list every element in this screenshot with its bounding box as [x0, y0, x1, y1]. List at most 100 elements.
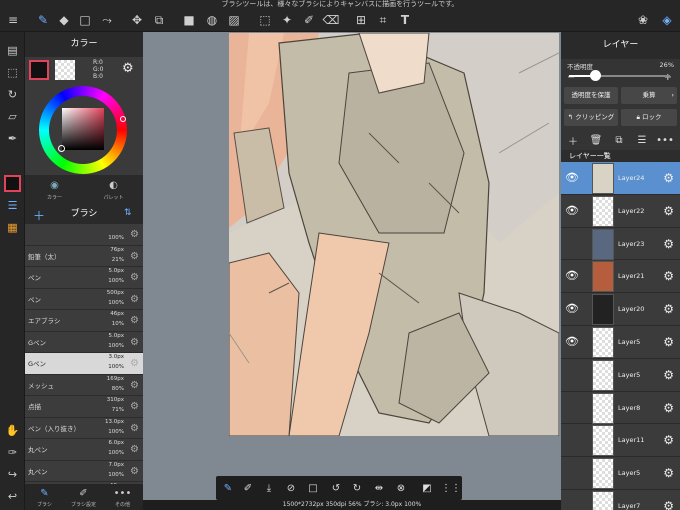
- grid-icon[interactable]: ⋮⋮: [441, 481, 461, 495]
- layer-row[interactable]: 👁︎Layer8⚙: [561, 391, 680, 425]
- gear-icon[interactable]: ⚙: [130, 315, 139, 326]
- gear-icon[interactable]: ⚙: [130, 272, 139, 283]
- tab-color[interactable]: ◉ カラー: [25, 177, 84, 204]
- layer-row[interactable]: 👁︎ Layer21 ⚙: [561, 260, 680, 294]
- visibility-eye-icon[interactable]: 👁︎: [565, 171, 579, 184]
- select-rect-tool-icon[interactable]: □: [76, 11, 94, 29]
- no-snap-icon[interactable]: ⊗: [394, 481, 408, 495]
- eyedropper-icon[interactable]: ✑: [4, 444, 21, 461]
- layer-row[interactable]: 👁︎Layer7⚙: [561, 489, 680, 510]
- visibility-eye-icon[interactable]: 👁︎: [565, 269, 579, 282]
- opacity-minus-icon[interactable]: −: [567, 72, 575, 83]
- gear-icon[interactable]: ⚙: [130, 401, 139, 412]
- brush-row[interactable]: 丸ペン 6.0px 100% ⚙: [25, 439, 143, 461]
- brush-row[interactable]: ペン（入り抜き） 13.0px 100% ⚙: [25, 417, 143, 439]
- layer-move-icon[interactable]: ⊞: [352, 11, 370, 29]
- layer-more-icon[interactable]: •••: [656, 132, 674, 148]
- gear-icon[interactable]: ⚙: [663, 401, 674, 415]
- layer-row[interactable]: 👁︎ Layer22 ⚙: [561, 194, 680, 228]
- layer-row[interactable]: 👁︎ Layer20 ⚙: [561, 293, 680, 326]
- bucket-fill-icon[interactable]: ◍: [203, 11, 221, 29]
- marquee-tool-icon[interactable]: ⬚: [256, 11, 274, 29]
- add-layer-icon[interactable]: ＋: [565, 132, 581, 148]
- select-eraser-icon[interactable]: ⌫: [322, 11, 340, 29]
- edit-icon[interactable]: ◩: [420, 481, 434, 495]
- layer-row[interactable]: 👁︎ Layer24 ⚙: [561, 162, 680, 195]
- color-swatch-icon[interactable]: [4, 175, 21, 192]
- pen-icon[interactable]: ✐: [241, 481, 255, 495]
- no-selection-icon[interactable]: ⊘: [284, 481, 298, 495]
- gear-icon[interactable]: ⚙: [663, 204, 674, 218]
- snap-icon[interactable]: ✒: [4, 130, 21, 147]
- brush-row[interactable]: エアブラシ 46px 10% ⚙: [25, 310, 143, 332]
- lock-button[interactable]: 🔒︎ ロック: [621, 109, 677, 126]
- magic-wand-icon[interactable]: ✦: [278, 11, 296, 29]
- artwork-illustration[interactable]: [229, 33, 559, 436]
- brush-row[interactable]: 100% ⚙: [25, 224, 143, 246]
- brush-row[interactable]: 鉛筆（太） 76px 21% ⚙: [25, 245, 143, 267]
- opacity-slider-knob[interactable]: [590, 70, 602, 81]
- gear-icon[interactable]: ⚙: [130, 380, 139, 391]
- gear-icon[interactable]: ⚙: [130, 466, 139, 477]
- undo-icon[interactable]: ↩: [4, 488, 21, 505]
- sort-icon[interactable]: ⇅: [124, 208, 132, 218]
- flip-icon[interactable]: ⇹: [372, 481, 386, 495]
- rotate-right-icon[interactable]: ↻: [350, 481, 364, 495]
- brush-row[interactable]: 点描 310px 71% ⚙: [25, 396, 143, 418]
- gear-icon[interactable]: ⚙: [663, 335, 674, 349]
- gear-icon[interactable]: ⚙: [130, 229, 139, 240]
- layer-row[interactable]: 👁︎Layer5⚙: [561, 457, 680, 490]
- gear-icon[interactable]: ⚙: [130, 423, 139, 434]
- pages-icon[interactable]: ▤: [4, 42, 21, 59]
- layer-stack-icon[interactable]: ▦: [4, 219, 21, 236]
- tab-brush-settings[interactable]: ✐ ブラシ設定: [64, 487, 103, 508]
- hue-handle[interactable]: [120, 116, 126, 122]
- layers-icon[interactable]: ◈: [658, 11, 676, 29]
- rotate-icon[interactable]: ↻: [4, 86, 21, 103]
- brush-list-icon[interactable]: ☰: [4, 197, 21, 214]
- blend-mode-button[interactable]: 乗算 ›: [621, 87, 677, 104]
- brush-row[interactable]: 丸ペン 7.0px 100% ⚙: [25, 460, 143, 482]
- gear-icon[interactable]: ⚙: [663, 433, 674, 447]
- layer-row[interactable]: 👁︎Layer5⚙: [561, 325, 680, 359]
- secondary-color-swatch[interactable]: [55, 60, 75, 80]
- layer-list-icon[interactable]: ☰: [634, 132, 650, 148]
- lasso-tool-icon[interactable]: ⤳: [98, 11, 116, 29]
- primary-color-swatch[interactable]: [29, 60, 49, 80]
- fill-color-icon[interactable]: ■: [180, 11, 198, 29]
- delete-layer-icon[interactable]: 🗑︎: [588, 132, 604, 148]
- gear-icon[interactable]: ⚙: [130, 337, 139, 348]
- brush-swap-icon[interactable]: ✎: [221, 481, 235, 495]
- brush-tool-icon[interactable]: ✎: [34, 11, 52, 29]
- gear-icon[interactable]: ⚙: [663, 499, 674, 510]
- layer-row[interactable]: 👁︎Layer23⚙: [561, 227, 680, 261]
- text-tool-icon[interactable]: T: [396, 11, 414, 29]
- gear-icon[interactable]: ⚙: [130, 358, 139, 369]
- selection-icon[interactable]: ⬚: [4, 64, 21, 81]
- saturation-value-square[interactable]: [62, 108, 104, 150]
- gear-icon[interactable]: ⚙: [663, 269, 674, 283]
- brush-row[interactable]: Gペン 5.0px 100% ⚙: [25, 331, 143, 353]
- menu-icon[interactable]: ≡: [4, 11, 22, 29]
- gear-icon[interactable]: ⚙: [130, 251, 139, 262]
- brush-row[interactable]: ペン 500px 100% ⚙: [25, 288, 143, 310]
- duplicate-layer-icon[interactable]: ⧉: [611, 132, 627, 148]
- brush-row[interactable]: Gペン 3.0px 100% ⚙: [25, 353, 143, 375]
- gear-icon[interactable]: ⚙: [663, 237, 674, 251]
- visibility-eye-icon[interactable]: 👁︎: [565, 204, 579, 217]
- gear-icon[interactable]: ⚙: [130, 294, 139, 305]
- tab-other[interactable]: ••• その他: [103, 487, 142, 508]
- gear-icon[interactable]: ⚙: [663, 302, 674, 316]
- square-icon[interactable]: □: [306, 481, 320, 495]
- download-icon[interactable]: ⤓: [262, 481, 276, 495]
- hand-icon[interactable]: ✋: [4, 422, 21, 439]
- move-tool-icon[interactable]: ✥: [128, 11, 146, 29]
- ruler-icon[interactable]: ▱: [4, 108, 21, 125]
- gear-icon[interactable]: ⚙: [663, 171, 674, 185]
- tab-palette[interactable]: ◐ パレット: [84, 177, 143, 204]
- gear-icon[interactable]: ⚙: [663, 368, 674, 382]
- visibility-eye-icon[interactable]: 👁︎: [565, 302, 579, 315]
- clipping-button[interactable]: ↰ クリッピング: [564, 109, 618, 126]
- visibility-eye-icon[interactable]: 👁︎: [565, 335, 579, 348]
- brush-row[interactable]: メッシュ 169px 80% ⚙: [25, 374, 143, 396]
